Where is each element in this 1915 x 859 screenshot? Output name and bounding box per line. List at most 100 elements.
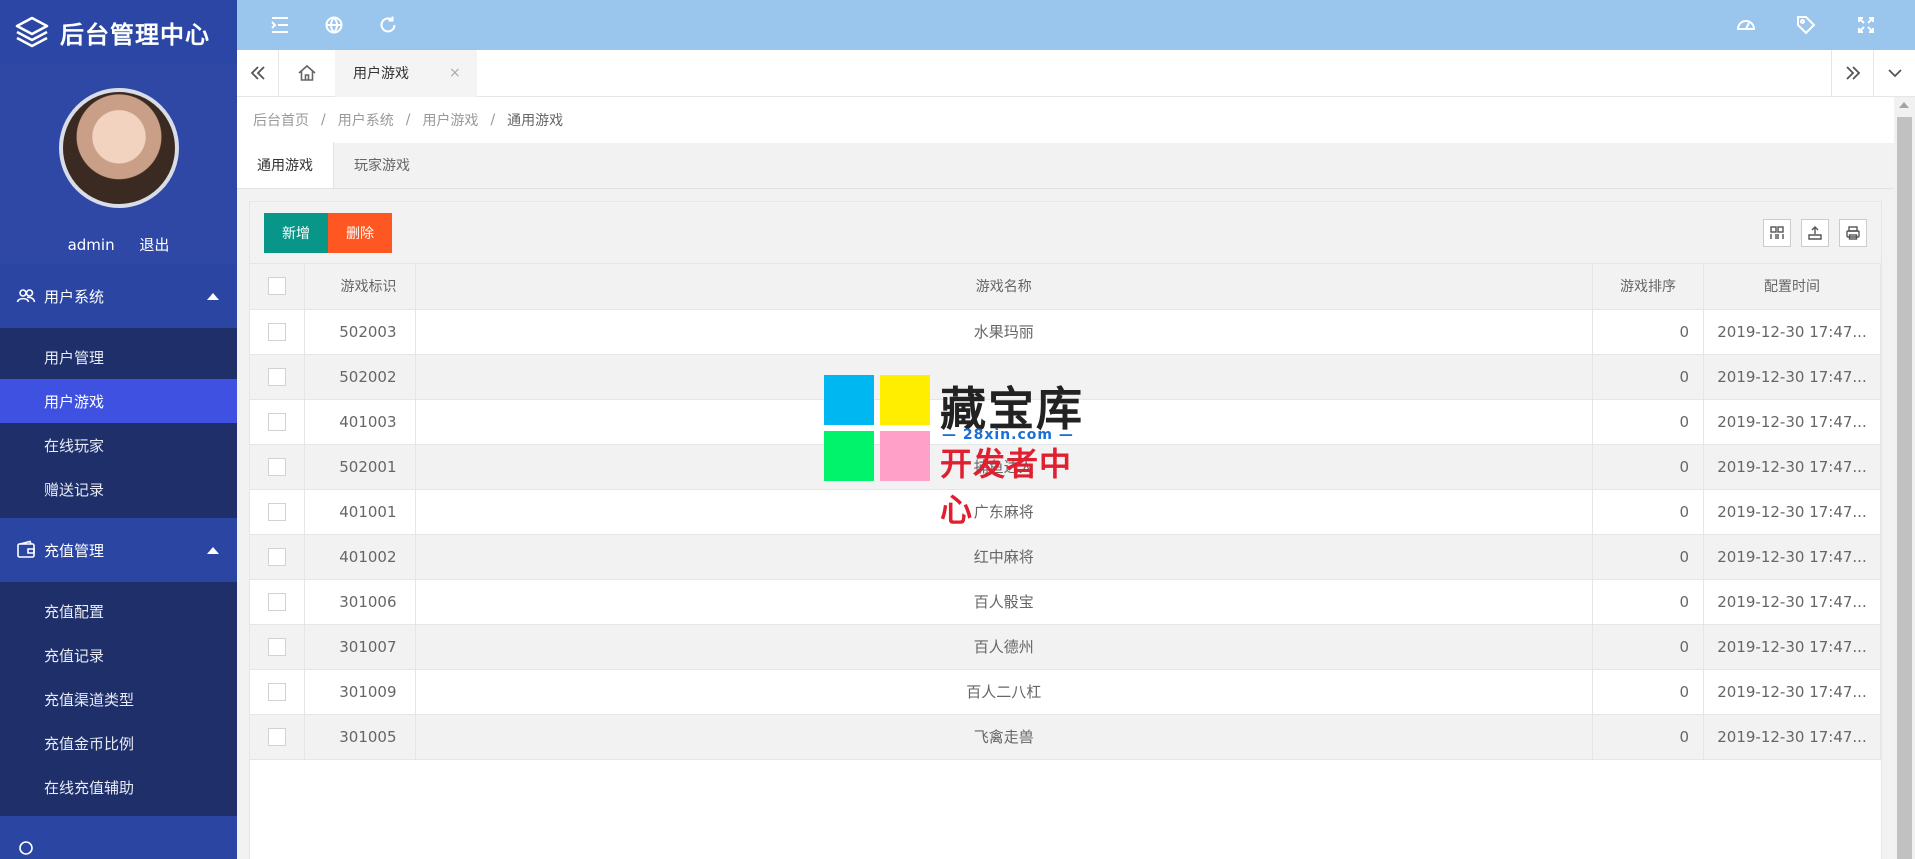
cell-config-time: 2019-12-30 17:47...	[1703, 714, 1881, 760]
menu-item-recharge-channel-types[interactable]: 充值渠道类型	[0, 677, 237, 721]
header-config-time[interactable]: 配置时间	[1703, 264, 1881, 310]
table-row[interactable]: 301007 百人德州 0 2019-12-30 17:47...	[250, 624, 1881, 670]
cell-game-name: 飞禽走兽	[415, 714, 1593, 760]
columns-icon	[1770, 225, 1784, 239]
close-icon[interactable]: ×	[449, 65, 461, 81]
watermark-square-green	[824, 431, 874, 481]
user-line: admin 退出	[58, 234, 180, 255]
cell-game-sort: 0	[1592, 624, 1704, 670]
tag-icon[interactable]	[1795, 14, 1817, 36]
scroll-up-arrow-icon[interactable]	[1899, 102, 1909, 108]
print-icon	[1846, 225, 1860, 240]
menu-items-user-system: 用户管理 用户游戏 在线玩家 赠送记录	[0, 328, 237, 518]
avatar[interactable]	[58, 88, 179, 208]
user-block: admin 退出	[0, 64, 237, 264]
add-button[interactable]: 新增	[264, 212, 328, 253]
row-checkbox[interactable]	[267, 322, 286, 341]
header-game-sort[interactable]: 游戏排序	[1592, 264, 1704, 310]
cell-game-id: 301005	[304, 714, 416, 760]
cell-game-name: 红中麻将	[415, 534, 1593, 580]
cell-game-sort: 0	[1592, 669, 1704, 715]
sidebar-menu: 用户系统 用户管理 用户游戏 在线玩家 赠送记录 充值管理 充值配置 充值记录 …	[0, 264, 237, 859]
menu-items-recharge: 充值配置 充值记录 充值渠道类型 充值金币比例 在线充值辅助	[0, 582, 237, 816]
row-checkbox[interactable]	[267, 502, 286, 521]
export-button[interactable]	[1801, 218, 1829, 247]
table-row[interactable]: 401002 红中麻将 0 2019-12-30 17:47...	[250, 534, 1881, 580]
tab-home[interactable]	[279, 50, 335, 97]
refresh-icon[interactable]	[377, 14, 399, 36]
row-checkbox[interactable]	[267, 547, 286, 566]
menu-group-recharge[interactable]: 充值管理	[0, 518, 237, 582]
row-checkbox[interactable]	[267, 367, 286, 386]
breadcrumb-user-games[interactable]: 用户游戏	[422, 110, 478, 130]
header-game-name[interactable]: 游戏名称	[415, 264, 1593, 310]
row-checkbox[interactable]	[267, 637, 286, 656]
tab-player-games[interactable]: 玩家游戏	[334, 142, 430, 188]
table-header-row: 游戏标识 游戏名称 游戏排序 配置时间	[250, 264, 1881, 310]
breadcrumb-user-system[interactable]: 用户系统	[338, 110, 394, 130]
topbar	[237, 0, 1915, 50]
table-row[interactable]: 301006 百人骰宝 0 2019-12-30 17:47...	[250, 579, 1881, 625]
menu-group-next[interactable]	[0, 816, 237, 859]
menu-item-online-players[interactable]: 在线玩家	[0, 423, 237, 467]
cell-config-time: 2019-12-30 17:47...	[1703, 309, 1881, 355]
cell-game-name: 百人德州	[415, 624, 1593, 670]
tab-scroll-right-button[interactable]	[1831, 49, 1873, 97]
cell-config-time: 2019-12-30 17:47...	[1703, 399, 1881, 445]
cell-game-name: 百人二八杠	[415, 669, 1593, 715]
globe-icon[interactable]	[323, 14, 345, 36]
tab-common-games[interactable]: 通用游戏	[237, 142, 334, 188]
scrollbar-thumb[interactable]	[1897, 117, 1912, 859]
cell-game-id: 502003	[304, 309, 416, 355]
cell-game-id: 401002	[304, 534, 416, 580]
table-row[interactable]: 301005 飞禽走兽 0 2019-12-30 17:47...	[250, 714, 1881, 760]
tab-user-games[interactable]: 用户游戏 ×	[335, 49, 477, 97]
row-checkbox[interactable]	[267, 727, 286, 746]
tab-options-button[interactable]	[1873, 49, 1915, 97]
cell-game-id: 502001	[304, 444, 416, 490]
wallet-icon	[17, 540, 35, 558]
tab-scroll-left-button[interactable]	[237, 49, 279, 97]
header-game-id[interactable]: 游戏标识	[304, 264, 416, 310]
print-button[interactable]	[1839, 218, 1867, 247]
menu-item-recharge-config[interactable]: 充值配置	[0, 589, 237, 633]
logo[interactable]: 后台管理中心	[0, 0, 237, 64]
menu-item-recharge-records[interactable]: 充值记录	[0, 633, 237, 677]
cell-game-sort: 0	[1592, 309, 1704, 355]
menu-group-user-system[interactable]: 用户系统	[0, 264, 237, 328]
cell-game-id: 502002	[304, 354, 416, 400]
page-scrollbar[interactable]	[1894, 97, 1915, 859]
cell-game-sort: 0	[1592, 534, 1704, 580]
breadcrumb: 后台首页 / 用户系统 / 用户游戏 / 通用游戏	[237, 97, 1894, 143]
username[interactable]: admin	[68, 236, 115, 254]
table-row[interactable]: 502003 水果玛丽 0 2019-12-30 17:47...	[250, 309, 1881, 355]
menu-item-gift-records[interactable]: 赠送记录	[0, 467, 237, 511]
row-checkbox[interactable]	[267, 412, 286, 431]
breadcrumb-home[interactable]: 后台首页	[253, 110, 309, 130]
logout-link[interactable]: 退出	[139, 236, 169, 254]
row-checkbox[interactable]	[267, 592, 286, 611]
menu-item-recharge-coin-ratio[interactable]: 充值金币比例	[0, 721, 237, 765]
cell-config-time: 2019-12-30 17:47...	[1703, 579, 1881, 625]
menu-item-online-recharge-assist[interactable]: 在线充值辅助	[0, 765, 237, 809]
sidebar: 后台管理中心 admin 退出 用户系统 用户管理 用户游戏 在线玩家 赠送记录	[0, 0, 237, 859]
caret-up-icon	[207, 546, 219, 554]
dashboard-icon[interactable]	[1735, 14, 1757, 36]
row-checkbox[interactable]	[267, 682, 286, 701]
fullscreen-icon[interactable]	[1855, 14, 1877, 36]
export-icon	[1808, 225, 1822, 240]
menu-item-user-games[interactable]: 用户游戏	[0, 379, 237, 423]
watermark-square-blue	[824, 375, 874, 425]
row-checkbox[interactable]	[267, 457, 286, 476]
select-all-checkbox-cell	[250, 264, 305, 310]
delete-button[interactable]: 删除	[328, 212, 392, 253]
cell-config-time: 2019-12-30 17:47...	[1703, 669, 1881, 715]
menu-item-user-management[interactable]: 用户管理	[0, 335, 237, 379]
table-row[interactable]: 301009 百人二八杠 0 2019-12-30 17:47...	[250, 669, 1881, 715]
tab-label: 用户游戏	[353, 66, 409, 82]
users-icon	[16, 289, 36, 303]
menu-toggle-icon[interactable]	[269, 14, 291, 36]
cell-config-time: 2019-12-30 17:47...	[1703, 354, 1881, 400]
columns-filter-button[interactable]	[1763, 218, 1791, 247]
select-all-checkbox[interactable]	[267, 277, 286, 296]
